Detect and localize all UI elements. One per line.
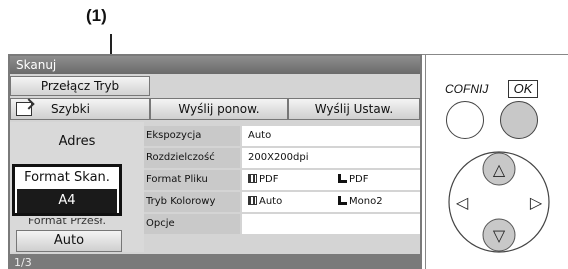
ok-key-label: OK [508, 80, 538, 98]
file-format-label: Format Pliku [144, 170, 240, 190]
switch-mode-button[interactable]: Przełącz Tryb [10, 76, 150, 96]
color-mode-value-2: Mono2 [349, 196, 383, 207]
address-button[interactable]: Adres [10, 122, 144, 162]
send-settings-button[interactable]: Wyślij Ustaw. [288, 98, 420, 120]
vertical-divider [425, 54, 426, 269]
file-format-value-1: PDF [259, 174, 279, 185]
options-label: Opcje [144, 214, 240, 234]
direction-pad: △ ▽ ◁ ▷ [448, 151, 550, 253]
arrow-right-icon[interactable]: ▷ [530, 193, 543, 212]
multi-page-icon [338, 196, 347, 205]
action-row: Szybki Wyślij ponow. Wyślij Ustaw. [10, 98, 420, 120]
resend-button[interactable]: Wyślij ponow. [150, 98, 288, 120]
send-format-button[interactable]: Auto [16, 230, 122, 252]
quick-scan-icon [16, 102, 32, 116]
resolution-value: 200X200dpi [248, 152, 309, 163]
scan-format-label: Format Skan. [24, 170, 110, 185]
grid-doc-icon [248, 174, 257, 183]
back-key-label: COFNIJ [445, 82, 489, 96]
exposure-label: Ekspozycja [144, 126, 240, 146]
settings-table: Ekspozycja Auto Rozdzielczość 200X200dpi… [144, 126, 420, 236]
table-row[interactable]: Opcje [144, 214, 420, 234]
quick-button-label: Szybki [51, 102, 90, 116]
multi-page-icon [338, 174, 347, 183]
options-cell [242, 214, 420, 234]
resolution-label: Rozdzielczość [144, 148, 240, 168]
arrow-up-icon: △ [493, 160, 506, 179]
file-format-cell: PDF PDF [242, 170, 420, 190]
table-row[interactable]: Tryb Kolorowy Auto Mono2 [144, 192, 420, 212]
ok-button[interactable] [500, 101, 538, 139]
exposure-cell: Auto [242, 126, 420, 146]
window-title: Skanuj [10, 56, 420, 74]
scan-format-button[interactable]: Format Skan. A4 [12, 164, 122, 216]
send-format-label: Format Przesł. [27, 218, 107, 227]
color-mode-cell: Auto Mono2 [242, 192, 420, 212]
arrow-down-icon: ▽ [493, 226, 506, 245]
exposure-value: Auto [248, 130, 272, 141]
arrow-left-icon[interactable]: ◁ [455, 193, 469, 212]
grid-doc-icon [248, 196, 257, 205]
color-mode-label: Tryb Kolorowy [144, 192, 240, 212]
back-button[interactable] [446, 101, 484, 139]
table-row[interactable]: Rozdzielczość 200X200dpi [144, 148, 420, 168]
scan-format-value: A4 [17, 189, 117, 213]
quick-button[interactable]: Szybki [10, 98, 150, 120]
table-row[interactable]: Format Pliku PDF PDF [144, 170, 420, 190]
page-indicator: 1/3 [10, 254, 420, 269]
file-format-value-2: PDF [349, 174, 369, 185]
table-row[interactable]: Ekspozycja Auto [144, 126, 420, 146]
color-mode-value-1: Auto [259, 196, 283, 207]
callout-label: (1) [86, 6, 107, 25]
scan-panel: Skanuj Przełącz Tryb Szybki Wyślij ponow… [8, 54, 422, 269]
resolution-cell: 200X200dpi [242, 148, 420, 168]
left-menu: Adres Format Skan. A4 Format Przesł. Aut… [10, 122, 144, 252]
